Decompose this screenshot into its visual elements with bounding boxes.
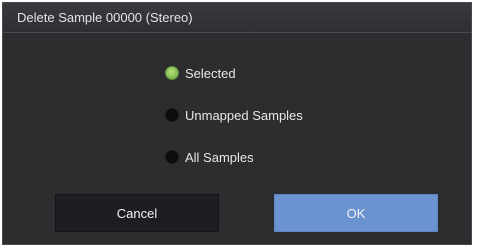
radio-unselected-icon[interactable] <box>165 108 179 122</box>
dialog-title: Delete Sample 00000 (Stereo) <box>17 10 193 25</box>
radio-option-all-samples[interactable]: All Samples <box>165 147 254 167</box>
delete-sample-dialog: Delete Sample 00000 (Stereo) Selected Un… <box>2 2 472 245</box>
dialog-title-bar: Delete Sample 00000 (Stereo) <box>3 3 471 33</box>
radio-option-label: All Samples <box>185 149 254 165</box>
radio-option-label: Selected <box>185 65 236 81</box>
radio-option-selected[interactable]: Selected <box>165 63 236 83</box>
radio-option-unmapped-samples[interactable]: Unmapped Samples <box>165 105 303 125</box>
radio-option-label: Unmapped Samples <box>185 107 303 123</box>
radio-selected-icon[interactable] <box>165 66 179 80</box>
ok-button[interactable]: OK <box>274 194 438 232</box>
cancel-button[interactable]: Cancel <box>55 194 219 232</box>
radio-unselected-icon[interactable] <box>165 150 179 164</box>
